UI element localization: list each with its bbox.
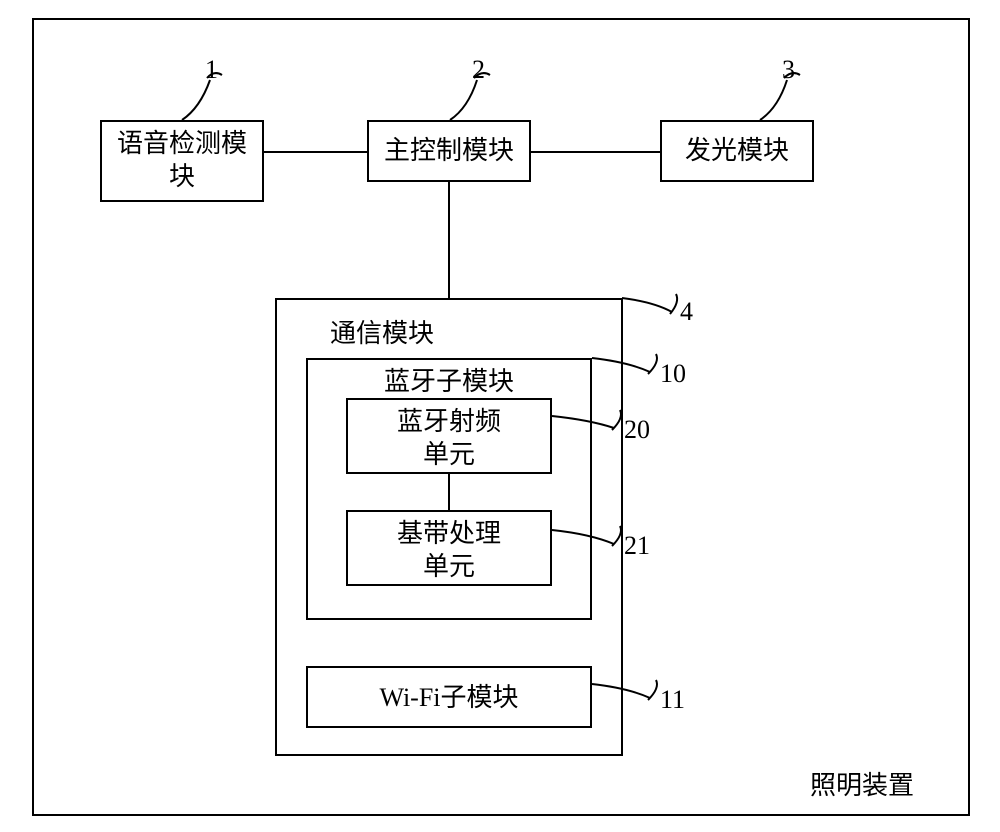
diagram-canvas: 语音检测模 块 主控制模块 发光模块 通信模块 蓝牙子模块 蓝牙射频 单元 基带…	[0, 0, 1000, 832]
ref-2: 2	[472, 54, 485, 87]
ref-1: 1	[205, 54, 218, 87]
light-emitting-label: 发光模块	[660, 135, 814, 168]
ref-4: 4	[680, 296, 693, 329]
conn-voice-mainctrl	[264, 151, 367, 153]
ref-11: 11	[660, 684, 685, 717]
ref-20: 20	[624, 414, 650, 447]
ref-10: 10	[660, 358, 686, 391]
voice-detection-label: 语音检测模 块	[100, 128, 264, 193]
ref-21: 21	[624, 530, 650, 563]
device-label: 照明装置	[810, 770, 914, 803]
bluetooth-rf-label: 蓝牙射频 单元	[346, 406, 552, 471]
wifi-label: Wi-Fi子模块	[306, 682, 592, 715]
main-control-label: 主控制模块	[367, 135, 531, 168]
communication-label: 通信模块	[330, 318, 434, 351]
baseband-label: 基带处理 单元	[346, 518, 552, 583]
conn-mainctrl-light	[531, 151, 660, 153]
ref-3: 3	[782, 54, 795, 87]
bluetooth-sub-label: 蓝牙子模块	[306, 366, 592, 399]
conn-mainctrl-comm	[448, 182, 450, 298]
conn-btrf-baseband	[448, 474, 450, 510]
